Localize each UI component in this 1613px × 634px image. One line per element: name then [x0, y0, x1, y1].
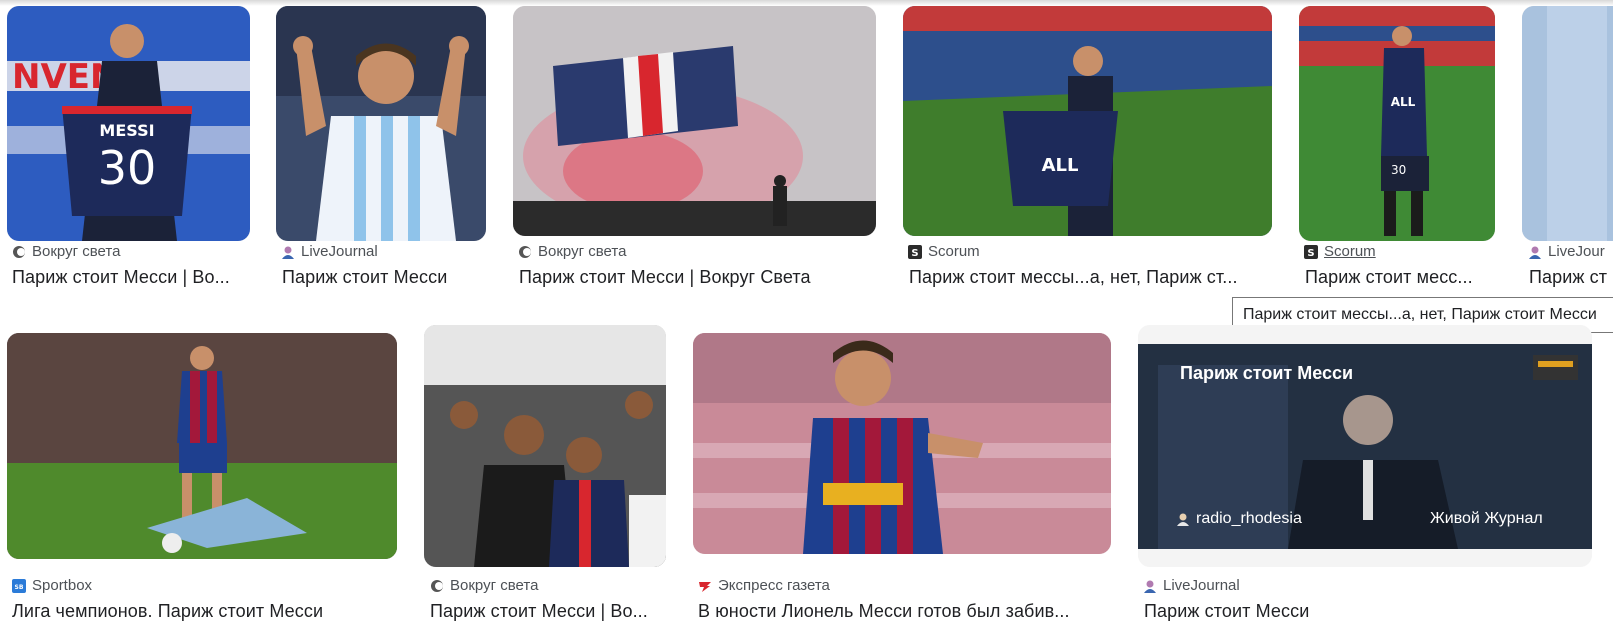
result-title-9[interactable]: В юности Лионель Месси готов был забив..… [698, 601, 1110, 622]
result-source-4: S Scorum [908, 243, 980, 260]
result-title-4[interactable]: Париж стоит мессы...а, нет, Париж ст... [909, 267, 1267, 288]
livejournal-icon [281, 245, 295, 259]
result-image-8[interactable] [424, 325, 666, 567]
result-image-1[interactable]: NVEN MESSI 30 [7, 6, 250, 241]
result-source-9: Экспресс газета [698, 577, 830, 594]
shorts-number-text: 30 [1391, 163, 1406, 177]
svg-text:SB: SB [15, 584, 24, 591]
video-overlay-user: radio_rhodesia [1176, 510, 1302, 528]
result-image-7[interactable] [7, 333, 397, 559]
scorum-icon: S [1304, 244, 1318, 259]
result-image-2[interactable] [276, 6, 486, 241]
result-title-7[interactable]: Лига чемпионов. Париж стоит Месси [12, 601, 402, 622]
source-name: LiveJournal [301, 243, 378, 260]
result-source-8: Вокруг света [430, 577, 538, 594]
jersey-name-text: MESSI [99, 121, 154, 140]
source-name: LiveJour [1548, 243, 1605, 260]
vokrug-sveta-icon [12, 245, 26, 259]
svg-text:S: S [1307, 248, 1314, 259]
result-source-3: Вокруг света [518, 243, 626, 260]
livejournal-icon [1176, 512, 1190, 526]
result-image-9[interactable] [693, 333, 1111, 554]
result-image-3[interactable] [513, 6, 876, 236]
video-overlay-username: radio_rhodesia [1196, 510, 1302, 527]
result-image-5[interactable]: ALL 30 [1299, 6, 1495, 241]
result-image-6[interactable] [1522, 6, 1613, 241]
result-title-3[interactable]: Париж стоит Месси | Вокруг Света [519, 267, 879, 288]
source-name: LiveJournal [1163, 577, 1240, 594]
result-source-1: Вокруг света [12, 243, 120, 260]
result-source-2: LiveJournal [281, 243, 378, 260]
source-name: Вокруг света [32, 243, 121, 260]
result-image-10[interactable]: Париж стоит Месси radio_rhodesia Живой Ж… [1138, 325, 1592, 567]
jersey-number-text: 30 [98, 141, 157, 195]
result-source-5: S Scorum [1304, 243, 1376, 260]
jersey-sponsor-text: ALL [1391, 95, 1416, 109]
svg-text:S: S [911, 248, 918, 259]
video-overlay-title: Париж стоит Месси [1180, 363, 1354, 383]
result-source-6: LiveJour [1528, 243, 1605, 260]
result-source-10: LiveJournal [1143, 577, 1240, 594]
jersey-sponsor-text: ALL [1042, 155, 1079, 176]
sportbox-icon: SB [12, 578, 26, 593]
livejournal-icon [1143, 579, 1157, 593]
source-name[interactable]: Scorum [1324, 243, 1376, 260]
source-name: Sportbox [32, 577, 93, 594]
express-gazeta-icon [698, 579, 712, 593]
vokrug-sveta-icon [518, 245, 532, 259]
video-overlay-channel: Живой Журнал [1430, 510, 1543, 527]
source-name: Экспресс газета [718, 577, 830, 594]
source-name: Scorum [928, 243, 980, 260]
source-name: Вокруг света [450, 577, 539, 594]
result-title-8[interactable]: Париж стоит Месси | Во... [430, 601, 667, 622]
livejournal-icon [1528, 245, 1542, 259]
result-image-4[interactable]: ALL [903, 6, 1272, 236]
result-title-1[interactable]: Париж стоит Месси | Во... [12, 267, 244, 288]
source-name: Вокруг света [538, 243, 627, 260]
result-title-6[interactable]: Париж ст [1529, 267, 1613, 288]
vokrug-sveta-icon [430, 579, 444, 593]
result-title-10[interactable]: Париж стоит Месси [1144, 601, 1592, 622]
result-source-7: SB Sportbox [12, 577, 92, 594]
result-title-5[interactable]: Париж стоит месс... [1305, 267, 1487, 288]
scorum-icon: S [908, 244, 922, 259]
result-title-2[interactable]: Париж стоит Месси [282, 267, 487, 288]
